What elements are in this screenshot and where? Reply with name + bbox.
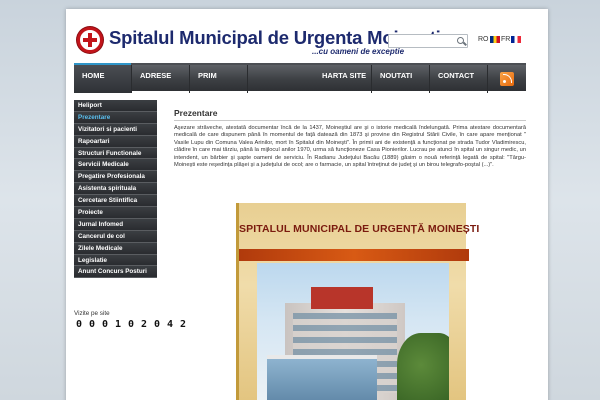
search-icon[interactable] xyxy=(457,37,464,44)
counter-digit: 0 xyxy=(75,319,83,330)
sidebar-item-vizitatori[interactable]: Vizitatori si pacienti xyxy=(74,123,157,136)
rss-icon[interactable] xyxy=(500,72,514,86)
hospital-building-photo xyxy=(257,263,449,400)
visit-counter-label: Vizite pe site xyxy=(74,310,110,317)
sidebar-menu: Heliport Prezentare Vizitatori si pacien… xyxy=(74,100,157,279)
nav-adrese-utile[interactable]: ADRESE UTILE xyxy=(132,65,190,102)
main-nav: HOME ADRESE UTILE PRIM AJUTOR HARTA SITE… xyxy=(74,63,526,102)
nav-prim-ajutor[interactable]: PRIM AJUTOR xyxy=(190,65,248,102)
nav-noutati[interactable]: NOUTATI xyxy=(372,65,430,93)
sidebar-item-servicii[interactable]: Servicii Medicale xyxy=(74,159,157,172)
fr-flag-icon xyxy=(511,36,522,43)
sidebar-item-heliport[interactable]: Heliport xyxy=(74,100,157,112)
sidebar-item-pregatire[interactable]: Pregatire Profesionala xyxy=(74,171,157,184)
counter-digit: 0 xyxy=(101,319,109,330)
building-roof-shape xyxy=(311,287,373,309)
sidebar-item-structuri[interactable]: Structuri Functionale xyxy=(74,147,157,160)
lang-fr-label: FR xyxy=(501,36,511,43)
counter-digit: 2 xyxy=(140,319,148,330)
hospital-poster-image: SPITALUL MUNICIPAL DE URGENȚĂ MOINEȘTI xyxy=(236,203,480,400)
sidebar-item-anunt[interactable]: Anunt Concurs Posturi xyxy=(74,266,157,279)
content-divider xyxy=(174,120,526,121)
counter-digit: 0 xyxy=(88,319,96,330)
content-title: Prezentare xyxy=(174,108,218,118)
page-container: Spitalul Municipal de Urgenta Moinesti .… xyxy=(66,9,548,400)
lang-ro-link[interactable]: RO xyxy=(478,36,500,43)
content-paragraph: Aşezare străveche, atestată documentar î… xyxy=(174,125,526,169)
nav-contact[interactable]: CONTACT xyxy=(430,65,488,93)
poster-stripe xyxy=(239,249,469,261)
sidebar-item-prezentare[interactable]: Prezentare xyxy=(74,111,157,124)
sidebar-item-rapoartari[interactable]: Rapoartari xyxy=(74,135,157,148)
sidebar-item-jurnal[interactable]: Jurnal Infomed xyxy=(74,218,157,231)
sidebar-item-zilele[interactable]: Zilele Medicale xyxy=(74,242,157,255)
poster-title: SPITALUL MUNICIPAL DE URGENȚĂ MOINEȘTI xyxy=(239,223,480,235)
nav-home[interactable]: HOME xyxy=(74,63,132,93)
counter-digit: 0 xyxy=(153,319,161,330)
counter-digit: 2 xyxy=(179,319,187,330)
visit-counter: 0 0 0 1 0 2 0 4 2 xyxy=(74,319,188,331)
counter-digit: 4 xyxy=(166,319,174,330)
trees-shape xyxy=(397,333,449,400)
sidebar-item-proiecte[interactable]: Proiecte xyxy=(74,207,157,219)
nav-harta-site[interactable]: HARTA SITE xyxy=(314,65,372,93)
lang-fr-link[interactable]: FR xyxy=(501,36,522,43)
sidebar-item-cancerul[interactable]: Cancerul de col xyxy=(74,230,157,243)
counter-digit: 1 xyxy=(114,319,122,330)
hospital-cross-logo-icon[interactable] xyxy=(77,27,103,53)
sidebar-item-legislatie[interactable]: Legislatie xyxy=(74,254,157,267)
building-glass-shape xyxy=(267,355,377,400)
sidebar-item-asistenta[interactable]: Asistenta spirituala xyxy=(74,183,157,196)
search-input[interactable] xyxy=(389,40,453,53)
lang-ro-label: RO xyxy=(478,36,489,43)
sidebar-item-cercetare[interactable]: Cercetare Stiintifica xyxy=(74,195,157,208)
search-box xyxy=(388,34,468,53)
ro-flag-icon xyxy=(489,36,500,43)
counter-digit: 0 xyxy=(127,319,135,330)
